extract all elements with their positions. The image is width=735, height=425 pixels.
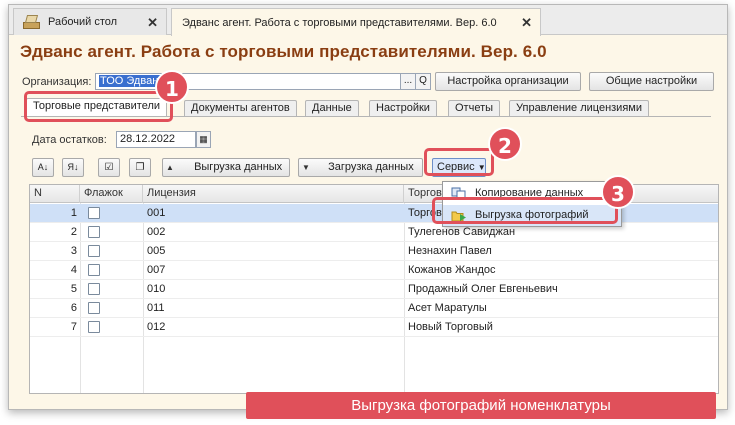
highlight-agents-tab [24,91,173,122]
row-number: 4 [70,264,77,276]
row-number: 3 [70,245,77,257]
row-license: 007 [147,264,166,276]
download-data-button[interactable]: ▼ Загрузка данных [298,158,423,177]
tab-main-label: Эдванс агент. Работа с торговыми предста… [182,16,497,29]
row-number: 1 [70,207,77,219]
row-license: 005 [147,245,166,257]
table-row[interactable]: 3 005 Незнахин Павел [30,242,718,261]
sort-desc-icon[interactable]: Я↓ [62,158,84,177]
row-checkbox[interactable] [88,226,100,238]
row-number: 7 [70,321,77,333]
table-row[interactable]: 6 011 Асет Маратулы [30,299,718,318]
tab-main[interactable]: Эдванс агент. Работа с торговыми предста… [171,8,541,36]
step-badge-2: 2 [488,127,522,161]
calendar-icon[interactable]: ▦ [196,131,211,148]
row-checkbox[interactable] [88,245,100,257]
row-agent: Новый Торговый [408,321,493,333]
col-flag[interactable]: Флажок [80,185,143,203]
sort-asc-icon[interactable]: A↓ [32,158,54,177]
close-icon[interactable]: ✕ [521,15,532,31]
row-checkbox[interactable] [88,264,100,276]
org-select-button[interactable]: ... [400,73,416,90]
tab-desktop-label: Рабочий стол [48,16,118,28]
window-tabbar: Рабочий стол ✕ Эдванс агент. Работа с то… [9,5,727,36]
row-agent: Кожанов Жандос [408,264,496,276]
row-license: 011 [147,302,165,314]
general-settings-button[interactable]: Общие настройки [589,72,714,91]
upload-data-label: Выгрузка данных [194,161,283,173]
chevron-up-icon: ▲ [166,163,174,172]
org-field[interactable]: ТОО Эдванс [95,73,401,90]
tab-agent-docs[interactable]: Документы агентов [184,100,297,117]
date-label: Дата остатков: [32,134,107,146]
col-license[interactable]: Лицензия [143,185,404,203]
row-license: 002 [147,226,166,238]
page-title: Эдванс агент. Работа с торговыми предста… [20,42,547,61]
row-license: 010 [147,283,166,295]
desktop-icon [22,14,42,30]
chevron-down-icon: ▼ [302,163,310,172]
row-number: 6 [70,302,77,314]
tab-data[interactable]: Данные [305,100,359,117]
caption-banner: Выгрузка фотографий номенклатуры [246,392,716,419]
download-data-label: Загрузка данных [328,161,414,173]
table-row[interactable]: 4 007 Кожанов Жандос [30,261,718,280]
row-license: 012 [147,321,166,333]
search-icon[interactable]: Q [415,73,431,90]
check-all-icon[interactable]: ☑ [98,158,120,177]
row-number: 2 [70,226,77,238]
table-row[interactable]: 7 012 Новый Торговый [30,318,718,337]
highlight-upload-photos [432,197,618,224]
org-settings-button[interactable]: Настройка организации [435,72,581,91]
tab-reports[interactable]: Отчеты [448,100,501,117]
row-agent: Асет Маратулы [408,302,487,314]
tab-license-mgmt[interactable]: Управление лицензиями [509,100,649,117]
row-checkbox[interactable] [88,283,100,295]
row-checkbox[interactable] [88,207,100,219]
close-icon[interactable]: ✕ [147,15,158,31]
row-agent: Незнахин Павел [408,245,492,257]
tab-desktop[interactable]: Рабочий стол ✕ [13,8,167,35]
highlight-service-button [424,148,494,176]
org-label: Организация: [22,76,92,88]
upload-data-button[interactable]: ▲ Выгрузка данных [162,158,290,177]
row-checkbox[interactable] [88,321,100,333]
row-agent: Продажный Олег Евгеньевич [408,283,558,295]
row-number: 5 [70,283,77,295]
tab-settings[interactable]: Настройки [369,100,437,117]
step-badge-3: 3 [601,175,635,209]
uncheck-all-icon[interactable]: ❐ [129,158,151,177]
row-checkbox[interactable] [88,302,100,314]
table-row[interactable]: 5 010 Продажный Олег Евгеньевич [30,280,718,299]
step-badge-1: 1 [155,70,189,104]
col-n[interactable]: N [30,185,80,203]
date-field[interactable]: 28.12.2022 [116,131,196,148]
row-license: 001 [147,207,166,219]
